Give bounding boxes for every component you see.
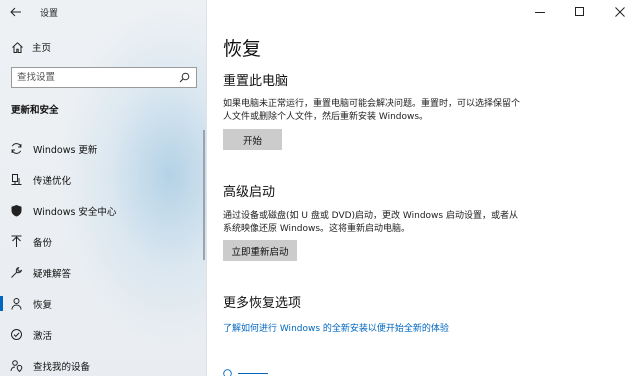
- restart-now-button[interactable]: 立即重新启动: [223, 240, 297, 261]
- check-circle-icon: [9, 328, 23, 342]
- shield-icon: [9, 204, 23, 218]
- app-title: 设置: [40, 8, 59, 19]
- sidebar-item-label: 备份: [33, 237, 53, 249]
- sidebar-item-label: Windows 安全中心: [33, 206, 117, 218]
- titlebar-left: 设置: [0, 0, 207, 24]
- main-content: 恢复 重置此电脑 如果电脑未正常运行，重置电脑可能会解决问题。重置时，可以选择保…: [207, 0, 640, 376]
- sidebar-item-find-my-device[interactable]: 查找我的设备: [0, 350, 207, 376]
- minimize-icon: [535, 12, 545, 13]
- wrench-icon: [9, 266, 23, 280]
- sidebar-item-label: 主页: [32, 43, 52, 54]
- page-title: 恢复: [223, 38, 262, 60]
- search-icon[interactable]: [175, 69, 193, 87]
- sidebar-item-backup[interactable]: 备份: [0, 226, 207, 257]
- advanced-startup-description: 通过设备或磁盘(如 U 盘或 DVD)启动，更改 Windows 启动设置，或者…: [223, 211, 518, 234]
- sidebar-scrollbar[interactable]: [203, 130, 205, 260]
- reset-start-button[interactable]: 开始: [223, 129, 282, 150]
- refresh-icon: [9, 142, 23, 156]
- window-controls: [520, 0, 640, 24]
- recovery-icon: [9, 297, 23, 311]
- partial-link-underline: [238, 373, 268, 374]
- maximize-icon: [575, 7, 584, 16]
- sidebar-item-label: 疑难解答: [33, 268, 72, 280]
- section-heading: 更新和安全: [11, 105, 59, 116]
- back-arrow-icon: [10, 7, 21, 17]
- sidebar-item-recovery[interactable]: 恢复: [0, 288, 207, 319]
- help-icon: [223, 369, 232, 376]
- home-icon: [10, 40, 24, 54]
- close-button[interactable]: [600, 0, 640, 24]
- search-input[interactable]: [12, 72, 175, 83]
- upload-arrow-icon: [9, 235, 23, 249]
- reset-pc-heading: 重置此电脑: [223, 74, 289, 89]
- sidebar-item-windows-security[interactable]: Windows 安全中心: [0, 195, 207, 226]
- search-box[interactable]: [11, 67, 197, 88]
- close-icon: [615, 7, 625, 17]
- sidebar-item-label: 查找我的设备: [33, 361, 91, 373]
- nav-list: Windows 更新 传递优化 Windows 安全中心 备份 疑难解答 恢复 …: [0, 133, 207, 376]
- maximize-button[interactable]: [560, 0, 600, 24]
- minimize-button[interactable]: [520, 0, 560, 24]
- more-recovery-heading: 更多恢复选项: [223, 296, 302, 311]
- sidebar: 设置 主页 更新和安全 Windows 更新: [0, 0, 207, 376]
- sidebar-item-activation[interactable]: 激活: [0, 319, 207, 350]
- sidebar-item-label: 激活: [33, 330, 53, 342]
- sidebar-item-label: Windows 更新: [33, 144, 98, 156]
- sidebar-item-windows-update[interactable]: Windows 更新: [0, 133, 207, 164]
- advanced-startup-heading: 高级启动: [223, 185, 276, 200]
- partial-link[interactable]: [223, 369, 268, 376]
- clean-install-link[interactable]: 了解如何进行 Windows 的全新安装以便开始全新的体验: [223, 321, 449, 334]
- delivery-optimization-icon: [9, 173, 23, 187]
- reset-pc-description: 如果电脑未正常运行，重置电脑可能会解决问题。重置时，可以选择保留个人文件或删除个…: [223, 99, 521, 122]
- sidebar-item-delivery-optimization[interactable]: 传递优化: [0, 164, 207, 195]
- sidebar-item-label: 恢复: [33, 299, 53, 311]
- sidebar-item-troubleshoot[interactable]: 疑难解答: [0, 257, 207, 288]
- sidebar-item-home[interactable]: 主页: [0, 36, 207, 58]
- person-location-icon: [9, 359, 23, 373]
- back-button[interactable]: [0, 0, 32, 24]
- sidebar-item-label: 传递优化: [33, 175, 72, 187]
